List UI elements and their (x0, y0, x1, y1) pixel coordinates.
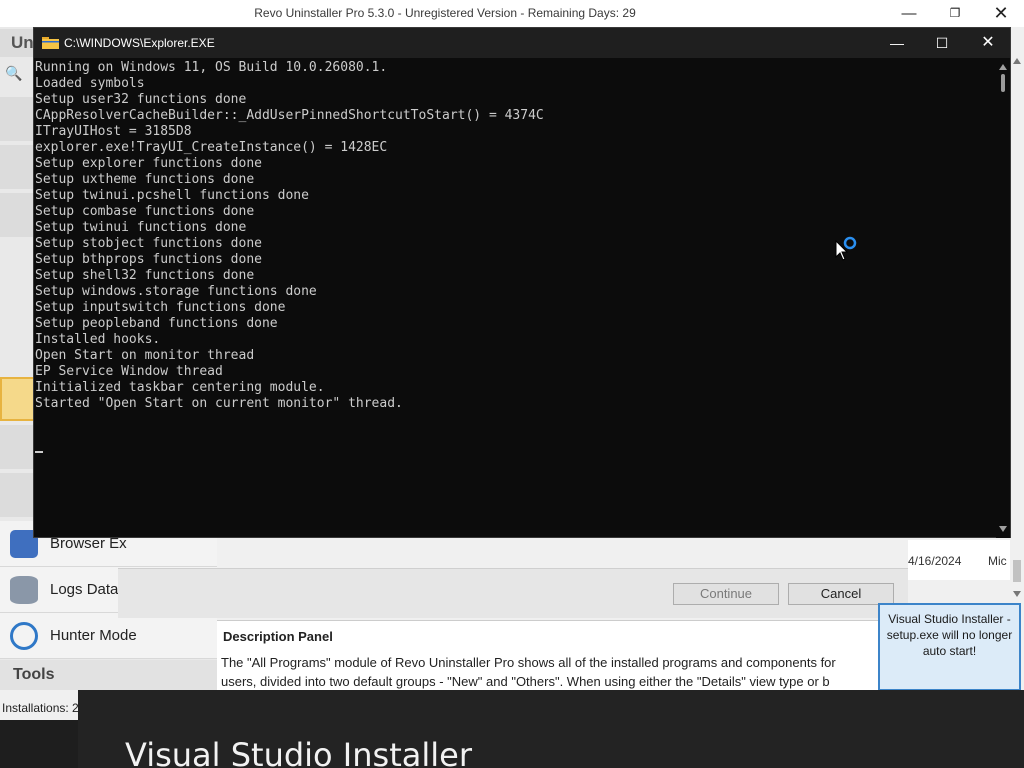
console-line: Setup stobject functions done (35, 236, 262, 251)
scroll-thumb[interactable] (1001, 74, 1005, 92)
publisher-cell: Mic (988, 554, 1007, 568)
console-window[interactable]: C:\WINDOWS\Explorer.EXE — ☐ ✕ Running on… (33, 27, 1011, 538)
sidebar-stub-6[interactable] (0, 473, 36, 517)
console-line: Loaded symbols (35, 76, 145, 91)
folder-icon (42, 37, 59, 49)
console-line: Started "Open Start on current monitor" … (35, 396, 403, 411)
scroll-down-arrow-icon[interactable] (1013, 591, 1021, 597)
description-panel: Description Panel The "All Programs" mod… (217, 620, 880, 690)
all-programs-stub[interactable] (0, 377, 36, 421)
console-line: ITrayUIHost = 3185D8 (35, 124, 192, 139)
uninstall-dialog-footer: Continue Cancel (118, 568, 908, 618)
console-line: Setup uxtheme functions done (35, 172, 255, 187)
console-line: Setup twinui functions done (35, 220, 247, 235)
minimize-button[interactable]: — (886, 0, 932, 27)
sidebar-stub-2[interactable] (0, 145, 36, 189)
text-cursor (35, 451, 43, 453)
console-line: Setup peopleband functions done (35, 316, 278, 331)
console-line: EP Service Window thread (35, 364, 223, 379)
console-lines: Running on Windows 11, OS Build 10.0.260… (35, 60, 544, 412)
scroll-down-arrow-icon[interactable] (999, 526, 1007, 532)
console-close-button[interactable]: ✕ (965, 28, 1011, 58)
revo-tab-stub[interactable]: Un (0, 29, 36, 57)
console-line: Setup combase functions done (35, 204, 255, 219)
continue-button[interactable]: Continue (673, 583, 779, 605)
sidebar-stub-3[interactable] (0, 193, 36, 237)
revo-titlebar: Revo Uninstaller Pro 5.3.0 - Unregistere… (0, 0, 1024, 27)
console-line: Setup inputswitch functions done (35, 300, 286, 315)
sidebar-item-label: Logs Data (50, 581, 119, 598)
console-line: Setup explorer functions done (35, 156, 262, 171)
console-line: Setup windows.storage functions done (35, 284, 317, 299)
revo-window-title: Revo Uninstaller Pro 5.3.0 - Unregistere… (254, 6, 636, 20)
notification-popup[interactable]: Visual Studio Installer - setup.exe will… (878, 603, 1021, 691)
description-panel-title: Description Panel (223, 629, 333, 644)
console-scrollbar[interactable] (996, 58, 1010, 538)
console-minimize-button[interactable]: — (874, 28, 920, 58)
console-line: Setup user32 functions done (35, 92, 247, 107)
program-list-scrollbar[interactable] (1010, 55, 1024, 600)
sidebar-stub-1[interactable] (0, 97, 36, 141)
console-line: explorer.exe!TrayUI_CreateInstance() = 1… (35, 140, 388, 155)
console-line: Running on Windows 11, OS Build 10.0.260… (35, 60, 388, 75)
vs-installer-title: Visual Studio Installer (125, 736, 472, 768)
console-line: CAppResolverCacheBuilder::_AddUserPinned… (35, 108, 544, 123)
console-line: Setup bthprops functions done (35, 252, 262, 267)
search-icon[interactable]: 🔍 (5, 65, 33, 85)
scroll-thumb[interactable] (1013, 560, 1021, 582)
status-bar: Installations: 2 (0, 690, 78, 720)
console-maximize-button[interactable]: ☐ (919, 28, 965, 58)
console-line: Initialized taskbar centering module. (35, 380, 325, 395)
cancel-button[interactable]: Cancel (788, 583, 894, 605)
desktop: Revo Uninstaller Pro 5.3.0 - Unregistere… (0, 0, 1024, 768)
scroll-up-arrow-icon[interactable] (1013, 58, 1021, 64)
console-line: Setup twinui.pcshell functions done (35, 188, 309, 203)
crosshair-icon (10, 622, 38, 650)
console-line: Setup shell32 functions done (35, 268, 255, 283)
description-line: The "All Programs" module of Revo Uninst… (221, 655, 836, 670)
sidebar-item-hunter-mode[interactable]: Hunter Mode (0, 613, 217, 659)
close-button[interactable]: ✕ (978, 0, 1024, 27)
description-text: The "All Programs" module of Revo Uninst… (221, 653, 879, 691)
description-line: users, divided into two default groups -… (221, 674, 830, 689)
logs-database-icon (10, 576, 38, 604)
scroll-up-arrow-icon[interactable] (999, 64, 1007, 70)
console-window-title: C:\WINDOWS\Explorer.EXE (64, 36, 215, 50)
console-line: Open Start on monitor thread (35, 348, 255, 363)
install-date-cell: 4/16/2024 (908, 554, 962, 568)
console-titlebar[interactable]: C:\WINDOWS\Explorer.EXE — ☐ ✕ (34, 28, 1010, 58)
console-line: Installed hooks. (35, 332, 161, 347)
tools-header[interactable]: Tools (0, 660, 217, 690)
busy-cursor-icon (835, 236, 857, 261)
restore-button[interactable]: ❐ (932, 0, 978, 27)
visual-studio-installer-window: Visual Studio Installer (78, 690, 1024, 768)
program-list-row[interactable]: 4/16/2024 Mic (908, 540, 1024, 580)
sidebar-item-label: Hunter Mode (50, 627, 137, 644)
sidebar-stub-5[interactable] (0, 425, 36, 469)
console-output[interactable]: Running on Windows 11, OS Build 10.0.260… (34, 58, 996, 538)
